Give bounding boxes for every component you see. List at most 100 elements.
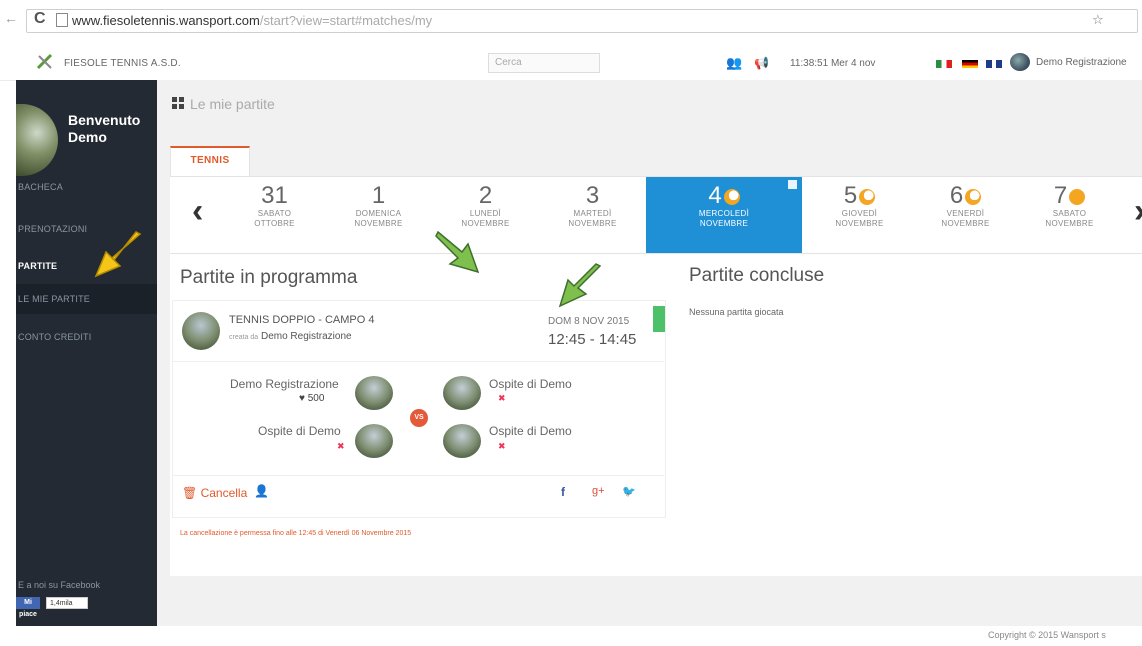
day-month: NOVEMBRE xyxy=(699,219,749,228)
search-input[interactable]: Cerca xyxy=(488,53,600,73)
calendar-icon[interactable] xyxy=(788,180,797,189)
day-number-value: 4 xyxy=(708,182,722,209)
credits-value: 500 xyxy=(307,393,325,404)
day-month: NOVEMBRE xyxy=(941,219,990,228)
day-number-value: 7 xyxy=(1053,182,1068,209)
day-month: NOVEMBRE xyxy=(568,219,617,228)
day-name: DOMENICA xyxy=(355,209,402,218)
megaphone-icon[interactable]: 📢 xyxy=(754,56,769,70)
player4-name[interactable]: Ospite di Demo xyxy=(489,424,572,438)
google-plus-share-icon[interactable]: g+ xyxy=(592,485,605,497)
day-number: 7 xyxy=(1020,183,1119,209)
player1-avatar[interactable] xyxy=(355,376,393,410)
day-month: NOVEMBRE xyxy=(1045,219,1094,228)
green-pointer-arrow-icon xyxy=(435,230,480,274)
player3-name[interactable]: Ospite di Demo xyxy=(489,377,572,391)
bookmark-star-icon[interactable]: ☆ xyxy=(1092,12,1104,28)
divider xyxy=(172,475,664,476)
url-host: www.fiesoletennis.wansport.com xyxy=(72,13,260,28)
page-title: Le mie partite xyxy=(190,96,275,112)
welcome-username: Demo xyxy=(68,129,107,145)
created-by-label: creata da xyxy=(229,334,259,341)
club-name[interactable]: FIESOLE TENNIS A.S.D. xyxy=(64,58,181,69)
search-placeholder: Cerca xyxy=(495,57,522,68)
cancel-button[interactable]: 🗑 Cancella xyxy=(182,486,247,500)
day-name: MARTEDÌ xyxy=(573,209,612,218)
url-text[interactable]: www.fiesoletennis.wansport.com/start?vie… xyxy=(72,13,432,28)
club-logo-icon[interactable] xyxy=(36,53,54,71)
day-name: VENERDÌ xyxy=(946,209,985,218)
user-avatar[interactable] xyxy=(1010,53,1030,71)
person-icon[interactable]: 👤 xyxy=(254,484,269,498)
german-flag-icon[interactable] xyxy=(962,60,978,68)
day-number: 6 xyxy=(916,183,1015,209)
clock-datetime: 11:38:51 Mer 4 nov xyxy=(790,58,876,69)
player1-credits: ♥ 500 xyxy=(299,393,324,404)
created-by-name: Demo Registrazione xyxy=(260,331,352,342)
url-path: /start?view=start#matches/my xyxy=(259,13,433,28)
grid-icon xyxy=(172,97,185,109)
green-pointer-arrow-icon xyxy=(558,263,602,308)
weather-sunny-icon xyxy=(1069,189,1086,205)
remove-player4-icon[interactable]: ✖ xyxy=(498,441,506,452)
player3-avatar[interactable] xyxy=(443,376,481,410)
day-number-value: 5 xyxy=(843,182,858,209)
day-nov-1[interactable]: 1 DOMENICA NOVEMBRE xyxy=(329,177,428,253)
reload-icon[interactable]: C xyxy=(34,10,46,28)
day-number: 2 xyxy=(478,182,493,209)
day-number: 31 xyxy=(261,182,288,209)
scheduled-matches-title: Partite in programma xyxy=(180,267,358,288)
player2-name[interactable]: Ospite di Demo xyxy=(258,424,341,438)
court-image xyxy=(182,312,220,350)
player4-avatar[interactable] xyxy=(443,424,481,458)
day-nov-6[interactable]: 6 VENERDÌ NOVEMBRE xyxy=(916,177,1015,253)
player1-name[interactable]: Demo Registrazione xyxy=(230,377,339,391)
day-number: 5 xyxy=(810,183,909,209)
day-oct-31[interactable]: 31 SABATO OTTOBRE xyxy=(225,177,324,253)
sidebar-item-bacheca[interactable]: BACHECA xyxy=(16,172,157,202)
day-nov-7[interactable]: 7 SABATO NOVEMBRE xyxy=(1020,177,1119,253)
chevron-left-icon[interactable]: ‹ xyxy=(192,192,203,231)
friends-icon[interactable]: 👥 xyxy=(726,55,742,71)
day-nov-4-selected[interactable]: 4 MERCOLEDÌ NOVEMBRE xyxy=(646,177,802,253)
day-name: MERCOLEDÌ xyxy=(698,209,750,218)
match-status-bar xyxy=(653,306,665,332)
uk-flag-icon[interactable] xyxy=(986,60,1002,68)
italian-flag-icon[interactable] xyxy=(936,60,952,68)
day-month: NOVEMBRE xyxy=(835,219,884,228)
heart-icon: ♥ xyxy=(299,393,305,404)
trash-icon: 🗑 xyxy=(182,486,198,500)
facebook-share-icon[interactable]: f xyxy=(561,485,565,499)
chevron-right-icon[interactable]: › xyxy=(1134,192,1142,231)
tab-tennis[interactable]: TENNIS xyxy=(170,146,250,176)
welcome-text: Benvenuto Demo xyxy=(68,112,140,146)
day-number: 3 xyxy=(585,182,600,209)
player2-avatar[interactable] xyxy=(355,424,393,458)
sidebar-item-le-mie-partite[interactable]: LE MIE PARTITE xyxy=(16,284,157,314)
weather-partly-cloudy-icon xyxy=(859,189,876,205)
cancel-label: Cancella xyxy=(200,486,248,500)
back-icon[interactable]: ← xyxy=(4,10,18,26)
day-name: SABATO xyxy=(257,209,292,218)
facebook-text: E a noi su Facebook xyxy=(18,580,101,590)
facebook-like-count: 1,4mila xyxy=(46,597,88,609)
facebook-like-button[interactable]: Mi piace xyxy=(16,597,40,618)
remove-player2-icon[interactable]: ✖ xyxy=(337,441,345,452)
day-nov-5[interactable]: 5 GIOVEDÌ NOVEMBRE xyxy=(810,177,909,253)
twitter-share-icon[interactable]: 🐦 xyxy=(622,485,636,498)
user-name[interactable]: Demo Registrazione xyxy=(1036,57,1127,68)
yellow-pointer-arrow-icon xyxy=(94,231,142,278)
day-name: LUNEDÌ xyxy=(469,209,502,218)
day-number-value: 6 xyxy=(949,182,964,209)
weather-partly-cloudy-icon xyxy=(965,189,982,205)
page-icon xyxy=(56,13,68,27)
cancellation-note: La cancellazione è permessa fino alle 12… xyxy=(180,530,412,537)
divider xyxy=(172,361,664,362)
copyright: Copyright © 2015 Wansport s xyxy=(988,630,1106,640)
sidebar-item-conto-crediti[interactable]: CONTO CREDITI xyxy=(16,322,157,352)
match-time: 12:45 - 14:45 xyxy=(548,331,637,348)
day-nov-3[interactable]: 3 MARTEDÌ NOVEMBRE xyxy=(543,177,642,253)
remove-player3-icon[interactable]: ✖ xyxy=(498,393,506,404)
court-name: TENNIS DOPPIO - CAMPO 4 xyxy=(229,314,375,326)
welcome-line: Benvenuto xyxy=(68,112,141,128)
